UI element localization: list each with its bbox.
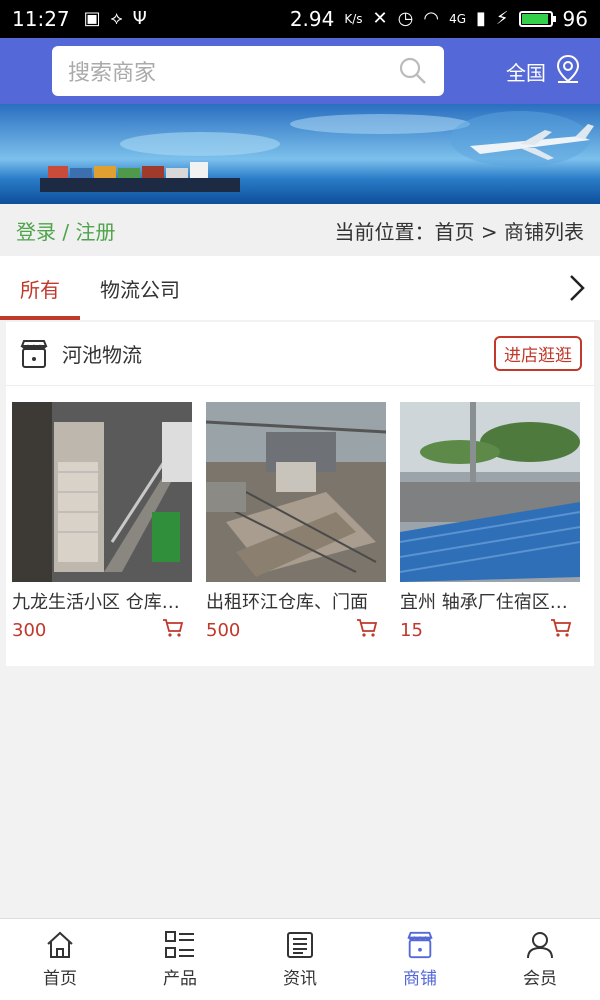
- current-location: 当前位置：首页 > 商铺列表: [334, 219, 584, 244]
- breadcrumb: 登录 / 注册 当前位置：首页 > 商铺列表: [0, 204, 600, 256]
- product-title[interactable]: 出租环江仓库、门面: [206, 588, 386, 614]
- nav-shops[interactable]: 商铺: [360, 919, 480, 1000]
- banner-image: [0, 104, 600, 204]
- product-item[interactable]: 出租环江仓库、门面 500: [206, 402, 386, 642]
- status-bar: 11:27 ▣ ⟡ Ψ 2.94 K/s ✕ ◷ ◠ 4G ▮ ⚡ 96: [0, 0, 600, 38]
- wifi-icon: ◠: [423, 8, 440, 29]
- battery-icon: [518, 11, 556, 27]
- nav-products[interactable]: 产品: [120, 919, 240, 1000]
- store-card: 河池物流 进店逛逛 九龙生活小区 仓库出租 300 出租环江仓库、门面 500 …: [6, 322, 594, 666]
- mute-icon: ✕: [372, 8, 388, 29]
- nav-label: 会员: [523, 969, 557, 989]
- login-link[interactable]: 登录: [16, 220, 56, 244]
- net-speed: 2.94: [289, 7, 335, 31]
- store-name: 河池物流: [62, 343, 142, 367]
- user-icon: [527, 932, 553, 959]
- nav-label: 产品: [163, 969, 197, 989]
- product-image[interactable]: [206, 402, 386, 582]
- home-icon: [47, 931, 73, 958]
- net-unit: K/s: [344, 12, 363, 26]
- store-header: 河池物流 进店逛逛: [6, 322, 594, 386]
- tab-logistics[interactable]: 物流公司: [80, 256, 200, 320]
- alarm-icon: ◷: [397, 8, 414, 29]
- shop-icon: [18, 338, 50, 370]
- nav-label: 资讯: [283, 969, 317, 989]
- register-link[interactable]: 注册: [75, 220, 115, 244]
- news-icon: [287, 932, 313, 958]
- product-title[interactable]: 九龙生活小区 仓库出租: [12, 588, 192, 614]
- signal-icon: ▮: [476, 8, 486, 29]
- search-icon[interactable]: [398, 56, 428, 86]
- nav-home[interactable]: 首页: [0, 919, 120, 1000]
- chevron-right-icon[interactable]: [554, 256, 600, 320]
- battery-level: 96: [562, 7, 588, 31]
- product-item[interactable]: 九龙生活小区 仓库出租 300: [12, 402, 192, 642]
- search-placeholder: 搜索商家: [68, 61, 157, 86]
- product-item[interactable]: 宜州 轴承厂住宿区仓库 15: [400, 402, 580, 642]
- location-pin-icon: [554, 54, 582, 89]
- cart-icon[interactable]: [356, 618, 378, 642]
- grid-list-icon: [165, 931, 194, 958]
- auth-links: 登录 / 注册: [16, 216, 115, 245]
- category-tabs: 所有 物流公司: [0, 256, 600, 320]
- network-type: 4G: [449, 12, 466, 26]
- app-header: 搜索商家 全国: [0, 38, 600, 104]
- share-icon: ⟡: [110, 8, 123, 29]
- product-list: 九龙生活小区 仓库出租 300 出租环江仓库、门面 500 宜州 轴承厂住宿区仓…: [6, 386, 594, 642]
- product-image[interactable]: [12, 402, 192, 582]
- product-title[interactable]: 宜州 轴承厂住宿区仓库: [400, 588, 580, 614]
- product-price: 300: [12, 619, 47, 641]
- product-image[interactable]: [400, 402, 580, 582]
- shop-icon: [407, 931, 433, 959]
- product-price: 500: [206, 619, 241, 641]
- search-input[interactable]: 搜索商家: [52, 46, 444, 96]
- region-label: 全国: [506, 60, 546, 85]
- charging-icon: ⚡: [495, 8, 509, 29]
- nav-label: 首页: [43, 969, 77, 989]
- visit-store-button[interactable]: 进店逛逛: [494, 336, 582, 371]
- nav-member[interactable]: 会员: [480, 919, 600, 1000]
- product-price: 15: [400, 619, 423, 641]
- bottom-nav: 首页 产品 资讯 商铺 会员: [0, 918, 600, 1000]
- tab-all[interactable]: 所有: [0, 256, 80, 320]
- status-time: 11:27: [12, 7, 70, 31]
- nav-news[interactable]: 资讯: [240, 919, 360, 1000]
- usb-icon: Ψ: [132, 8, 147, 29]
- region-selector[interactable]: 全国: [506, 54, 582, 89]
- nav-label: 商铺: [403, 969, 437, 989]
- cart-icon[interactable]: [162, 618, 184, 642]
- image-icon: ▣: [83, 8, 101, 29]
- cart-icon[interactable]: [550, 618, 572, 642]
- auth-separator: /: [56, 219, 76, 244]
